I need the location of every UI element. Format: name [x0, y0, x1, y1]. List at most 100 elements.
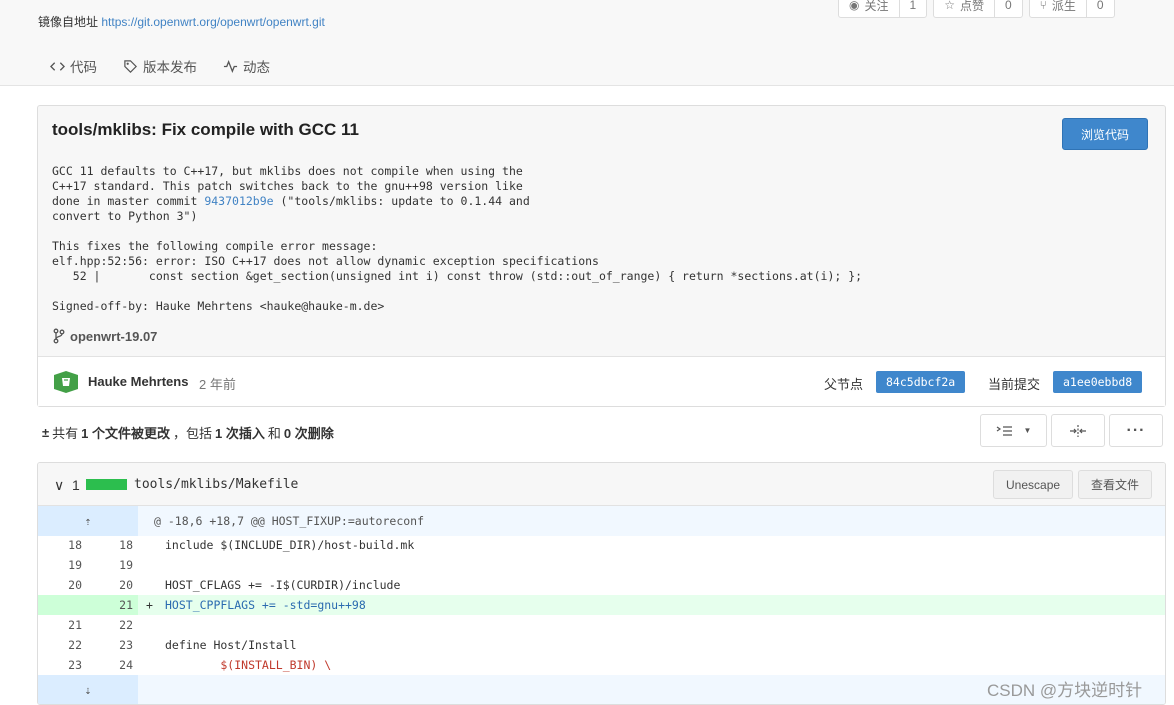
message-line: Signed-off-by: Hauke Mehrtens <hauke@hau…	[52, 299, 385, 313]
fork-button[interactable]: ⑂ 派生	[1030, 0, 1086, 17]
parent-sha-badge[interactable]: 84c5dbcf2a	[876, 371, 966, 393]
summary-sep: ，包括	[173, 426, 213, 441]
new-line-number[interactable]: 19	[99, 558, 133, 572]
commit-panel: tools/mklibs: Fix compile with GCC 11 浏览…	[37, 105, 1166, 407]
star-icon: ☆	[944, 0, 955, 12]
tab-code[interactable]: 代码	[50, 56, 97, 76]
summary-prefix: 共有	[52, 426, 79, 441]
branch-tag[interactable]: openwrt-19.07	[52, 328, 157, 344]
diff-line-added: 21 + HOST_CPPFLAGS += -std=gnu++98	[38, 595, 1165, 615]
message-line: C++17 standard. This patch switches back…	[52, 179, 523, 193]
summary-insertions: 1 次插入	[215, 426, 265, 441]
star-button[interactable]: ☆ 点赞	[934, 0, 994, 17]
watch-count[interactable]: 1	[898, 0, 927, 17]
file-diff: ∨ 1 tools/mklibs/Makefile Unescape 查看文件 …	[37, 462, 1166, 705]
repo-tabs: 代码 版本发布 动态	[50, 56, 270, 76]
star-count[interactable]: 0	[993, 0, 1022, 17]
old-line-number[interactable]: 23	[48, 658, 82, 672]
diff-line: 18 18 include $(INCLUDE_DIR)/host-build.…	[38, 535, 1165, 555]
old-line-number[interactable]: 18	[48, 538, 82, 552]
message-line: elf.hpp:52:56: error: ISO C++17 does not…	[52, 254, 599, 268]
old-line-number[interactable]: 21	[48, 618, 82, 632]
watch-group[interactable]: ◉ 关注 1	[838, 0, 928, 18]
file-path[interactable]: tools/mklibs/Makefile	[134, 477, 298, 492]
expand-up-icon[interactable]: ⇡	[38, 506, 138, 536]
diffstat-bar	[86, 479, 127, 490]
avatar[interactable]	[52, 371, 80, 393]
star-group[interactable]: ☆ 点赞 0	[933, 0, 1023, 18]
new-line-number[interactable]: 21	[99, 598, 133, 612]
summary-and: 和	[267, 426, 281, 441]
tab-releases[interactable]: 版本发布	[123, 56, 197, 76]
diff-line: 23 24 $(INSTALL_BIN) \	[38, 655, 1165, 675]
new-line-number[interactable]: 23	[99, 638, 133, 652]
tag-icon	[124, 59, 137, 73]
tab-activity[interactable]: 动态	[223, 56, 270, 76]
ellipsis-icon: ···	[1126, 421, 1146, 439]
split-view-button[interactable]	[1051, 414, 1105, 447]
branch-icon	[53, 328, 65, 344]
summary-files: 1 个文件被更改	[81, 426, 170, 441]
fork-icon: ⑂	[1039, 0, 1047, 12]
file-header: ∨ 1 tools/mklibs/Makefile Unescape 查看文件	[38, 463, 1165, 506]
collapse-chevron-icon[interactable]: ∨	[54, 477, 64, 494]
tab-activity-label: 动态	[243, 60, 270, 75]
code-icon	[50, 61, 65, 71]
old-line-number[interactable]: 22	[48, 638, 82, 652]
fork-group[interactable]: ⑂ 派生 0	[1028, 0, 1115, 18]
linked-commit-link[interactable]: 9437012b9e	[204, 194, 273, 208]
split-icon	[1070, 424, 1086, 437]
message-line: convert to Python 3")	[52, 209, 198, 223]
summary-deletions: 0 次删除	[283, 426, 334, 441]
message-line: This fixes the following compile error m…	[52, 239, 378, 253]
line-code: $(INSTALL_BIN) \	[165, 658, 332, 672]
diff-line: 21 22	[38, 615, 1165, 635]
fork-label: 派生	[1051, 0, 1076, 13]
tab-releases-label: 版本发布	[143, 60, 197, 75]
view-file-button[interactable]: 查看文件	[1078, 470, 1153, 499]
current-sha-badge[interactable]: a1ee0ebbd8	[1053, 371, 1143, 393]
plus-minus-icon: ±	[42, 425, 50, 440]
author-bar: Hauke Mehrtens 2 年前 父节点 84c5dbcf2a 当前提交 …	[38, 356, 1165, 406]
hunk-header: ⇡ @ -18,6 +18,7 @@ HOST_FIXUP:=autorecon…	[38, 506, 1165, 536]
message-line: GCC 11 defaults to C++17, but mklibs doe…	[52, 164, 523, 178]
more-options-button[interactable]: ···	[1109, 414, 1163, 447]
commit-message: GCC 11 defaults to C++17, but mklibs doe…	[52, 164, 862, 314]
fork-count[interactable]: 0	[1085, 0, 1114, 17]
diff-line: 22 23 define Host/Install	[38, 635, 1165, 655]
file-change-count: 1	[72, 477, 80, 493]
diff-summary: ± 共有 1 个文件被更改 ，包括 1 次插入 和 0 次删除	[42, 423, 334, 442]
star-label: 点赞	[959, 0, 984, 13]
unescape-button[interactable]: Unescape	[993, 470, 1074, 499]
mirror-info: 镜像自地址 https://git.openwrt.org/openwrt/op…	[38, 13, 325, 30]
diff-line: 19 19	[38, 555, 1165, 575]
chevron-down-icon: ▼	[1023, 426, 1032, 435]
line-code: HOST_CFLAGS += -I$(CURDIR)/include	[165, 578, 401, 592]
new-line-number[interactable]: 24	[99, 658, 133, 672]
branch-label: openwrt-19.07	[70, 328, 158, 344]
new-line-number[interactable]: 18	[99, 538, 133, 552]
author-name[interactable]: Hauke Mehrtens	[88, 374, 188, 389]
message-line: done in master commit	[52, 194, 205, 208]
old-line-number[interactable]: 19	[48, 558, 82, 572]
eye-icon: ◉	[849, 0, 860, 12]
watch-button[interactable]: ◉ 关注	[839, 0, 899, 17]
browse-code-button[interactable]: 浏览代码	[1062, 118, 1148, 150]
diff-view-dropdown[interactable]: ▼	[980, 414, 1047, 447]
expand-down-icon[interactable]: ⇣	[38, 675, 138, 704]
new-line-number[interactable]: 20	[99, 578, 133, 592]
line-code: include $(INCLUDE_DIR)/host-build.mk	[165, 538, 415, 552]
repo-actions: ◉ 关注 1 ☆ 点赞 0 ⑂ 派生 0	[838, 0, 1115, 18]
old-line-number[interactable]: 20	[48, 578, 82, 592]
commit-time: 2 年前	[199, 377, 236, 392]
line-code: define Host/Install	[165, 638, 297, 652]
watch-label: 关注	[864, 0, 889, 13]
message-line: 52 | const section &get_section(unsigned…	[52, 269, 863, 283]
indent-list-icon	[996, 425, 1012, 436]
mirror-link[interactable]: https://git.openwrt.org/openwrt/openwrt.…	[101, 15, 324, 29]
hunk-text: @ -18,6 +18,7 @@ HOST_FIXUP:=autoreconf	[154, 514, 425, 528]
current-commit-label: 当前提交	[988, 377, 1041, 392]
new-line-number[interactable]: 22	[99, 618, 133, 632]
message-line: ("tools/mklibs: update to 0.1.44 and	[273, 194, 530, 208]
activity-icon	[223, 59, 238, 73]
